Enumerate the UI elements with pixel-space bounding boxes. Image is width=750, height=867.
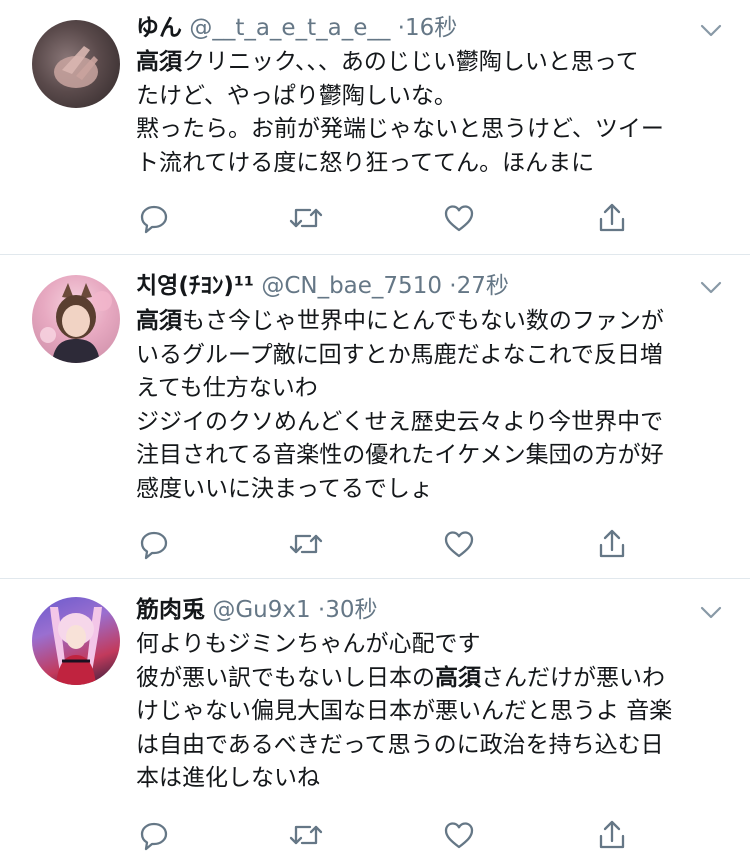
like-button[interactable] bbox=[441, 200, 477, 236]
user-handle[interactable]: @CN_bae_7510 bbox=[261, 273, 442, 299]
retweet-button[interactable] bbox=[288, 526, 324, 562]
retweet-icon bbox=[288, 202, 324, 234]
text-segment: 感度いいに決まってるでしょ bbox=[136, 475, 433, 502]
share-icon bbox=[596, 528, 628, 560]
tweet-header: ゆん @__t_a_e_t_a_e__ ·16秒 bbox=[136, 12, 690, 44]
retweet-icon bbox=[288, 528, 324, 560]
separator-dot: · bbox=[449, 273, 457, 299]
tweet-text-line: ト流れてける度に怒り狂っててん。ほんまに bbox=[136, 147, 710, 181]
reply-button[interactable] bbox=[136, 526, 172, 562]
text-segment: いるグループ敵に回すとか馬鹿だよなこれで反日増 bbox=[136, 341, 663, 368]
retweet-button[interactable] bbox=[288, 200, 324, 236]
text-segment: ト流れてける度に怒り狂っててん。ほんまに bbox=[136, 149, 595, 176]
tweet-text-line: 黙ったら。お前が発端じゃないと思うけど、ツイー bbox=[136, 113, 710, 147]
tweet[interactable] bbox=[0, 579, 750, 867]
timestamp[interactable]: 27秒 bbox=[457, 273, 509, 299]
avatar[interactable] bbox=[32, 275, 120, 363]
tweet-text: 高須クリニック、、、あのじじい鬱陶しいと思って たけど、やっぱり鬱陶しいな。 黙った… bbox=[136, 46, 710, 180]
separator-dot: · bbox=[397, 15, 405, 41]
like-button[interactable] bbox=[441, 526, 477, 562]
heart-icon bbox=[443, 203, 475, 233]
text-segment: えても仕方ないわ bbox=[136, 375, 318, 401]
tweet-actions bbox=[136, 200, 636, 236]
tweet-text-line: たけど、やっぱり鬱陶しいな。 bbox=[136, 80, 710, 114]
text-segment: ジジイのクソめんどくせえ歴史云々より今世界中で bbox=[136, 408, 664, 435]
display-name[interactable]: 치영(ﾁﾖﾝ)¹¹ bbox=[136, 273, 254, 299]
share-button[interactable] bbox=[594, 200, 630, 236]
tweet-actions bbox=[136, 526, 636, 562]
tweet-text-line: 高須クリニック、、、あのじじい鬱陶しいと思って bbox=[136, 46, 710, 80]
chevron-down-icon[interactable] bbox=[700, 24, 722, 38]
highlighted-keyword: 高須 bbox=[136, 308, 182, 334]
text-segment: 黙ったら。お前が発端じゃないと思うけど、ツイー bbox=[136, 116, 664, 142]
tweet-text-line: 感度いいに決まってるでしょ bbox=[136, 473, 710, 507]
avatar[interactable] bbox=[32, 20, 120, 108]
reply-button[interactable] bbox=[136, 200, 172, 236]
timestamp[interactable]: 16秒 bbox=[405, 15, 457, 41]
text-segment: もさ今じゃ世界中にとんでもない数のファンが bbox=[182, 308, 664, 334]
share-button[interactable] bbox=[594, 526, 630, 562]
tweet[interactable]: ゆん @__t_a_e_t_a_e__ ·16秒 高須クリニック、、、あのじじい… bbox=[0, 0, 750, 255]
heart-icon bbox=[443, 529, 475, 559]
tweet-header: 치영(ﾁﾖﾝ)¹¹ @CN_bae_7510 ·27秒 bbox=[136, 270, 690, 302]
tweet-text-line: えても仕方ないわ bbox=[136, 372, 710, 406]
text-segment: クリニック、、、あのじじい鬱陶しいと思って bbox=[182, 49, 639, 75]
user-handle[interactable]: @__t_a_e_t_a_e__ bbox=[189, 15, 390, 41]
tweet-text-line: 高須もさ今じゃ世界中にとんでもない数のファンが bbox=[136, 305, 710, 339]
reply-icon bbox=[138, 202, 170, 234]
tweet-text-line: 注目されてる音楽性の優れたイケメン集団の方が好 bbox=[136, 439, 710, 473]
share-icon bbox=[596, 202, 628, 234]
text-segment: たけど、やっぱり鬱陶しいな。 bbox=[136, 82, 457, 109]
tweet-text-line: ジジイのクソめんどくせえ歴史云々より今世界中で bbox=[136, 406, 710, 440]
highlighted-keyword: 高須 bbox=[136, 49, 182, 75]
text-segment: 注目されてる音楽性の優れたイケメン集団の方が好 bbox=[136, 442, 664, 468]
reply-icon bbox=[138, 528, 170, 560]
tweet-text-line: いるグループ敵に回すとか馬鹿だよなこれで反日増 bbox=[136, 339, 710, 373]
tweet-text: 高須もさ今じゃ世界中にとんでもない数のファンが いるグループ敵に回すとか馬鹿だよな… bbox=[136, 305, 710, 506]
chevron-down-icon[interactable] bbox=[700, 281, 722, 295]
display-name[interactable]: ゆん bbox=[136, 15, 182, 41]
